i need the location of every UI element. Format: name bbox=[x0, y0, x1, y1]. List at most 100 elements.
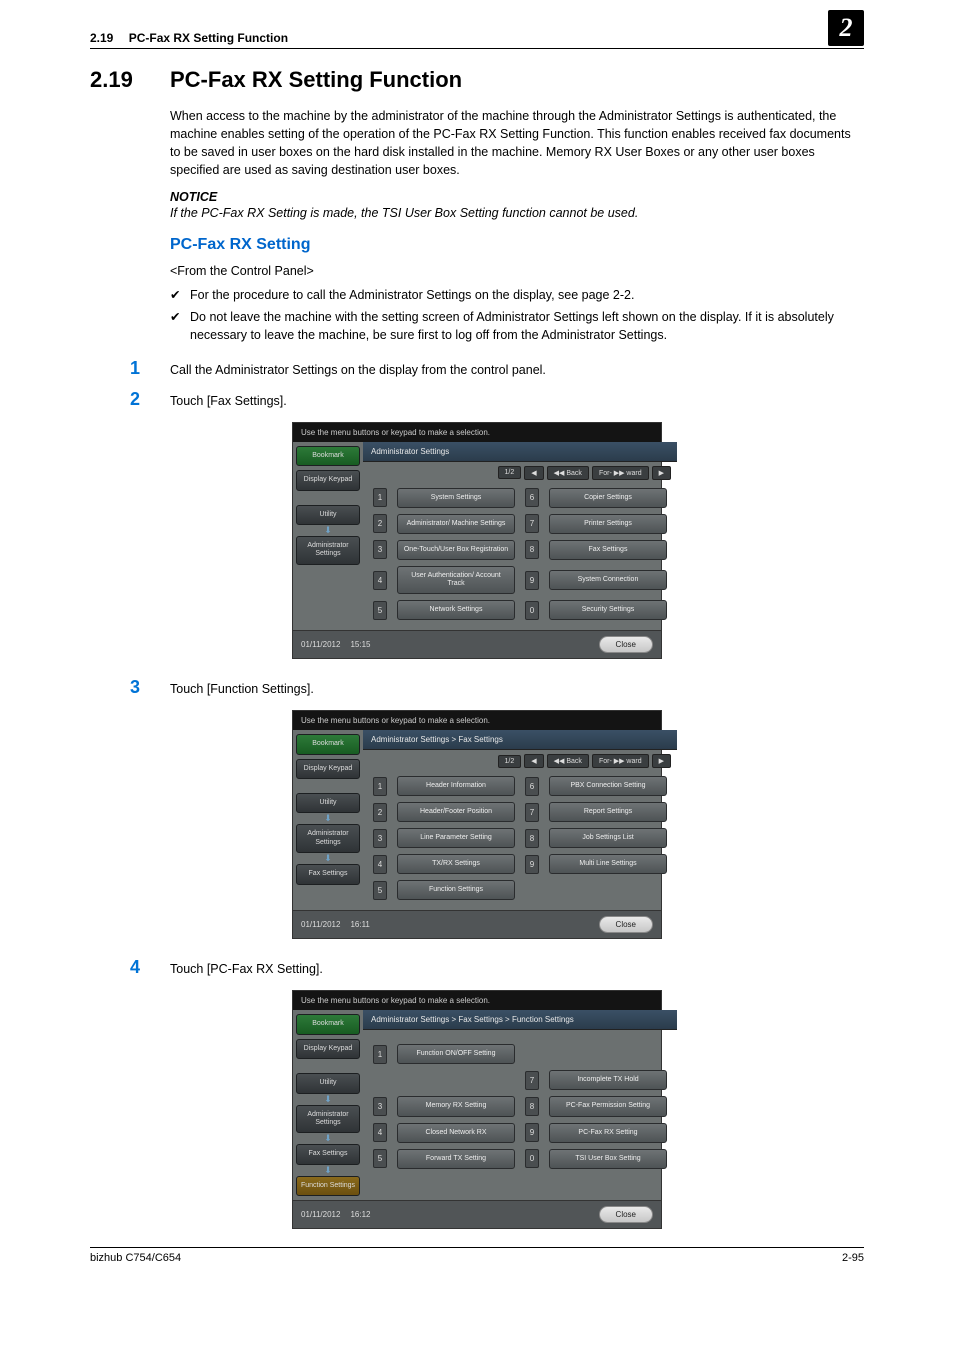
display-keypad-button[interactable]: Display Keypad bbox=[296, 470, 360, 490]
menu-number: 2 bbox=[373, 514, 387, 533]
display-keypad-button[interactable]: Display Keypad bbox=[296, 759, 360, 779]
utility-button[interactable]: Utility bbox=[296, 1073, 360, 1093]
bookmark-button[interactable]: Bookmark bbox=[296, 446, 360, 466]
system-connection-button[interactable]: System Connection bbox=[549, 570, 667, 590]
header-footer-position-button[interactable]: Header/Footer Position bbox=[397, 802, 515, 822]
copier-settings-button[interactable]: Copier Settings bbox=[549, 488, 667, 508]
step-text: Call the Administrator Settings on the d… bbox=[170, 363, 546, 377]
panel-date: 01/11/2012 bbox=[301, 640, 340, 649]
menu-number: 4 bbox=[373, 855, 387, 874]
page-prev-button[interactable]: ◀ bbox=[524, 466, 543, 480]
incomplete-tx-hold-button[interactable]: Incomplete TX Hold bbox=[549, 1070, 667, 1090]
section-heading: 2.19PC-Fax RX Setting Function bbox=[90, 67, 864, 93]
close-button[interactable]: Close bbox=[599, 916, 653, 933]
menu-grid: 1Function ON/OFF Setting .. .. 7Incomple… bbox=[363, 1042, 677, 1178]
panel-hint: Use the menu buttons or keypad to make a… bbox=[293, 423, 661, 442]
admin-machine-settings-button[interactable]: Administrator/ Machine Settings bbox=[397, 514, 515, 534]
arrow-down-icon: ⬇ bbox=[296, 1095, 360, 1104]
breadcrumb: Administrator Settings > Fax Settings > … bbox=[363, 1010, 677, 1030]
breadcrumb: Administrator Settings > Fax Settings bbox=[363, 730, 677, 750]
utility-button[interactable]: Utility bbox=[296, 793, 360, 813]
pager: 1/2 ◀ ◀◀ Back For- ▶▶ ward ▶ bbox=[363, 462, 677, 486]
function-settings-button[interactable]: Function Settings bbox=[296, 1176, 360, 1196]
administrator-settings-button[interactable]: Administrator Settings bbox=[296, 824, 360, 853]
forward-tx-setting-button[interactable]: Forward TX Setting bbox=[397, 1149, 515, 1169]
bookmark-button[interactable]: Bookmark bbox=[296, 734, 360, 754]
bookmark-button[interactable]: Bookmark bbox=[296, 1014, 360, 1034]
report-settings-button[interactable]: Report Settings bbox=[549, 802, 667, 822]
page-prev-button[interactable]: ◀ bbox=[524, 754, 543, 768]
forward-button[interactable]: For- ▶▶ ward bbox=[592, 466, 649, 480]
control-panel-screenshot-1: Use the menu buttons or keypad to make a… bbox=[292, 422, 662, 659]
multi-line-settings-button[interactable]: Multi Line Settings bbox=[549, 854, 667, 874]
page-footer: bizhub C754/C654 2-95 bbox=[90, 1247, 864, 1264]
user-auth-account-track-button[interactable]: User Authentication/ Account Track bbox=[397, 566, 515, 594]
job-settings-list-button[interactable]: Job Settings List bbox=[549, 828, 667, 848]
step-number: 2 bbox=[130, 389, 170, 410]
breadcrumb: Administrator Settings bbox=[363, 442, 677, 462]
header-information-button[interactable]: Header Information bbox=[397, 776, 515, 796]
header-text: 2.19 PC-Fax RX Setting Function bbox=[90, 31, 288, 45]
header-section-title: PC-Fax RX Setting Function bbox=[129, 31, 288, 45]
back-button[interactable]: ◀◀ Back bbox=[547, 754, 589, 768]
section-title: PC-Fax RX Setting Function bbox=[170, 67, 462, 92]
close-button[interactable]: Close bbox=[599, 1206, 653, 1223]
step-number: 4 bbox=[130, 957, 170, 978]
menu-number: 9 bbox=[525, 571, 539, 590]
administrator-settings-button[interactable]: Administrator Settings bbox=[296, 1105, 360, 1134]
pager: 1/2 ◀ ◀◀ Back For- ▶▶ ward ▶ bbox=[363, 750, 677, 774]
menu-grid: 1System Settings 6Copier Settings 2Admin… bbox=[363, 486, 677, 630]
prerequisite-list: ✔For the procedure to call the Administr… bbox=[170, 286, 864, 344]
tx-rx-settings-button[interactable]: TX/RX Settings bbox=[397, 854, 515, 874]
step-2: 2 Touch [Fax Settings]. bbox=[130, 389, 864, 410]
bullet-text: Do not leave the machine with the settin… bbox=[190, 308, 864, 344]
close-button[interactable]: Close bbox=[599, 636, 653, 653]
step-1: 1 Call the Administrator Settings on the… bbox=[130, 358, 864, 379]
pc-fax-permission-setting-button[interactable]: PC-Fax Permission Setting bbox=[549, 1096, 667, 1116]
menu-number: 5 bbox=[373, 601, 387, 620]
menu-number: 4 bbox=[373, 571, 387, 590]
page-next-button[interactable]: ▶ bbox=[652, 466, 671, 480]
security-settings-button[interactable]: Security Settings bbox=[549, 600, 667, 620]
chapter-number-box: 2 bbox=[828, 10, 864, 46]
pc-fax-rx-setting-button[interactable]: PC-Fax RX Setting bbox=[549, 1123, 667, 1143]
notice-label: NOTICE bbox=[170, 190, 864, 204]
printer-settings-button[interactable]: Printer Settings bbox=[549, 514, 667, 534]
step-4: 4 Touch [PC-Fax RX Setting]. bbox=[130, 957, 864, 978]
menu-number: 3 bbox=[373, 540, 387, 559]
function-settings-button[interactable]: Function Settings bbox=[397, 880, 515, 900]
menu-number: 9 bbox=[525, 855, 539, 874]
one-touch-user-box-button[interactable]: One-Touch/User Box Registration bbox=[397, 540, 515, 560]
memory-rx-setting-button[interactable]: Memory RX Setting bbox=[397, 1096, 515, 1116]
network-settings-button[interactable]: Network Settings bbox=[397, 600, 515, 620]
control-panel-screenshot-2: Use the menu buttons or keypad to make a… bbox=[292, 710, 662, 939]
check-icon: ✔ bbox=[170, 308, 190, 344]
page-next-button[interactable]: ▶ bbox=[652, 754, 671, 768]
back-button[interactable]: ◀◀ Back bbox=[547, 466, 589, 480]
arrow-down-icon: ⬇ bbox=[296, 1134, 360, 1143]
fax-settings-button[interactable]: Fax Settings bbox=[549, 540, 667, 560]
forward-button[interactable]: For- ▶▶ ward bbox=[592, 754, 649, 768]
panel-sidebar: Bookmark Display Keypad Utility ⬇ Admini… bbox=[293, 730, 363, 910]
panel-time: 16:11 bbox=[350, 920, 369, 929]
administrator-settings-button[interactable]: Administrator Settings bbox=[296, 536, 360, 565]
panel-hint: Use the menu buttons or keypad to make a… bbox=[293, 991, 661, 1010]
panel-time: 15:15 bbox=[350, 640, 370, 649]
system-settings-button[interactable]: System Settings bbox=[397, 488, 515, 508]
closed-network-rx-button[interactable]: Closed Network RX bbox=[397, 1123, 515, 1143]
tsi-user-box-setting-button[interactable]: TSI User Box Setting bbox=[549, 1149, 667, 1169]
arrow-down-icon: ⬇ bbox=[296, 526, 360, 535]
section-number: 2.19 bbox=[90, 67, 170, 93]
pbx-connection-setting-button[interactable]: PBX Connection Setting bbox=[549, 776, 667, 796]
fax-settings-button[interactable]: Fax Settings bbox=[296, 1144, 360, 1164]
utility-button[interactable]: Utility bbox=[296, 505, 360, 525]
line-parameter-setting-button[interactable]: Line Parameter Setting bbox=[397, 828, 515, 848]
function-on-off-setting-button[interactable]: Function ON/OFF Setting bbox=[397, 1044, 515, 1064]
menu-number: 5 bbox=[373, 1149, 387, 1168]
sub-heading: PC-Fax RX Setting bbox=[170, 236, 864, 254]
step-number: 1 bbox=[130, 358, 170, 379]
check-icon: ✔ bbox=[170, 286, 190, 304]
menu-number: 8 bbox=[525, 1097, 539, 1116]
fax-settings-button[interactable]: Fax Settings bbox=[296, 864, 360, 884]
display-keypad-button[interactable]: Display Keypad bbox=[296, 1039, 360, 1059]
